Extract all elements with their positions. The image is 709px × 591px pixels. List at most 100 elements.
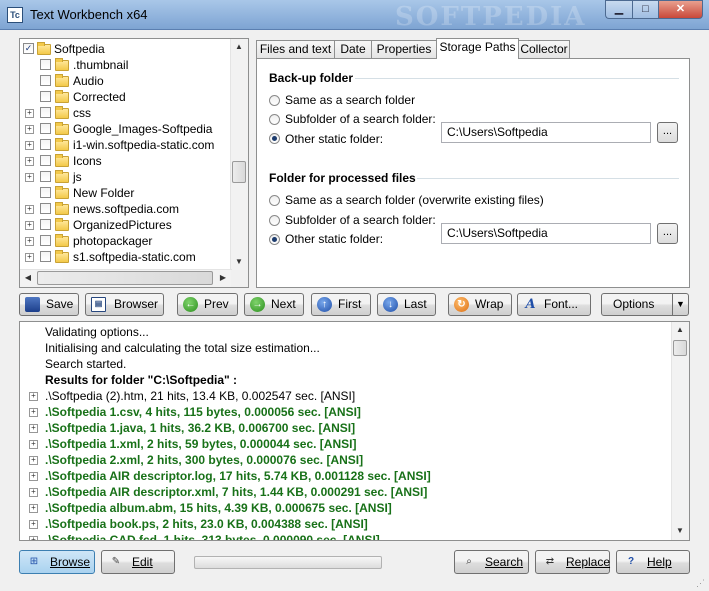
scroll-up-arrow-icon[interactable]: ▲ xyxy=(232,40,246,54)
expand-plus-icon[interactable]: + xyxy=(25,205,34,214)
tab-collector[interactable]: Collector xyxy=(518,40,570,58)
tree-item-checkbox[interactable] xyxy=(40,219,51,230)
tree-item[interactable]: + OrganizedPictures xyxy=(20,217,232,233)
result-row[interactable]: + .\Softpedia CAD.fcd, 1 hits, 313 bytes,… xyxy=(20,532,672,540)
tab-date[interactable]: Date xyxy=(334,40,372,58)
resize-grip-icon[interactable]: ⋰ xyxy=(696,578,706,588)
tree-item-checkbox[interactable] xyxy=(40,91,51,102)
tree-item[interactable]: + i1-win.softpedia-static.com xyxy=(20,137,232,153)
result-row[interactable]: + .\Softpedia 2.xml, 2 hits, 300 bytes, 0… xyxy=(20,452,672,468)
backup-path-input[interactable]: C:\Users\Softpedia xyxy=(441,122,651,143)
wrap-button[interactable]: ↻ Wrap xyxy=(448,293,512,316)
next-button[interactable]: → Next xyxy=(244,293,304,316)
tree-item[interactable]: Corrected xyxy=(20,89,232,105)
tree-horizontal-scrollbar[interactable]: ◀ ▶ xyxy=(20,269,232,287)
tree-item[interactable]: + js xyxy=(20,169,232,185)
tree-item[interactable]: + css xyxy=(20,105,232,121)
tree-item-checkbox[interactable] xyxy=(40,203,51,214)
tree-item-checkbox[interactable] xyxy=(40,107,51,118)
expand-plus-icon[interactable]: + xyxy=(29,408,38,417)
first-button[interactable]: ↑ First xyxy=(311,293,371,316)
folder-tree[interactable]: ✓ Softpedia .thumbnail Audio Corrected + css… xyxy=(19,38,249,288)
results-scroll-thumb[interactable] xyxy=(673,340,687,356)
tree-item[interactable]: + Icons xyxy=(20,153,232,169)
tree-item-checkbox[interactable] xyxy=(40,59,51,70)
tree-hscroll-thumb[interactable] xyxy=(37,271,213,285)
expand-plus-icon[interactable]: + xyxy=(25,173,34,182)
options-button[interactable]: Options xyxy=(601,293,673,316)
result-row[interactable]: + .\Softpedia 1.java, 1 hits, 36.2 KB, 0.… xyxy=(20,420,672,436)
options-dropdown-button[interactable]: ▼ xyxy=(672,293,689,316)
tree-root-checkbox[interactable]: ✓ xyxy=(23,43,34,54)
tree-item[interactable]: .thumbnail xyxy=(20,57,232,73)
expand-plus-icon[interactable]: + xyxy=(25,141,34,150)
minimize-button[interactable]: ▁ xyxy=(605,0,632,19)
tree-root[interactable]: ✓ Softpedia xyxy=(20,41,232,57)
expand-plus-icon[interactable]: + xyxy=(29,536,38,540)
expand-plus-icon[interactable]: + xyxy=(25,237,34,246)
browse-mode-button[interactable]: ⊞ Browse xyxy=(19,550,95,574)
tab-properties[interactable]: Properties xyxy=(371,40,437,58)
processed-same-radio[interactable] xyxy=(269,195,280,206)
result-row[interactable]: + .\Softpedia 1.csv, 4 hits, 115 bytes, 0… xyxy=(20,404,672,420)
tab-storage-paths[interactable]: Storage Paths xyxy=(436,38,519,59)
scroll-down-arrow-icon[interactable]: ▼ xyxy=(673,524,687,538)
help-button[interactable]: ? Help xyxy=(616,550,690,574)
expand-plus-icon[interactable]: + xyxy=(25,221,34,230)
result-row[interactable]: + .\Softpedia album.abm, 15 hits, 4.39 KB… xyxy=(20,500,672,516)
expand-plus-icon[interactable]: + xyxy=(29,392,38,401)
scroll-down-arrow-icon[interactable]: ▼ xyxy=(232,255,246,269)
scroll-right-arrow-icon[interactable]: ▶ xyxy=(216,271,230,285)
tree-item[interactable]: + news.softpedia.com xyxy=(20,201,232,217)
backup-same-radio[interactable] xyxy=(269,95,280,106)
result-row[interactable]: + .\Softpedia 1.xml, 2 hits, 59 bytes, 0.… xyxy=(20,436,672,452)
search-button[interactable]: ⌕ Search xyxy=(454,550,529,574)
result-row[interactable]: + .\Softpedia AIR descriptor.xml, 7 hits,… xyxy=(20,484,672,500)
scroll-left-arrow-icon[interactable]: ◀ xyxy=(21,271,35,285)
processed-path-input[interactable]: C:\Users\Softpedia xyxy=(441,223,651,244)
tree-item[interactable]: New Folder xyxy=(20,185,232,201)
results-vertical-scrollbar[interactable]: ▲ ▼ xyxy=(671,322,689,540)
expand-plus-icon[interactable]: + xyxy=(25,157,34,166)
expand-plus-icon[interactable]: + xyxy=(29,440,38,449)
close-button[interactable]: ✕ xyxy=(658,0,703,19)
results-log[interactable]: Validating options... Initialising and ca… xyxy=(19,321,690,541)
processed-browse-button[interactable]: ... xyxy=(657,223,678,244)
save-button[interactable]: Save xyxy=(19,293,79,316)
last-button[interactable]: ↓ Last xyxy=(377,293,436,316)
result-row[interactable]: + .\Softpedia AIR descriptor.log, 17 hits… xyxy=(20,468,672,484)
result-row[interactable]: + .\Softpedia book.ps, 2 hits, 23.0 KB, 0… xyxy=(20,516,672,532)
tree-item-checkbox[interactable] xyxy=(40,123,51,134)
expand-plus-icon[interactable]: + xyxy=(29,472,38,481)
expand-plus-icon[interactable]: + xyxy=(25,253,34,262)
expand-plus-icon[interactable]: + xyxy=(29,504,38,513)
tree-item-checkbox[interactable] xyxy=(40,171,51,182)
backup-static-radio[interactable] xyxy=(269,133,280,144)
expand-plus-icon[interactable]: + xyxy=(29,488,38,497)
tree-item-checkbox[interactable] xyxy=(40,75,51,86)
edit-mode-button[interactable]: ✎ Edit xyxy=(101,550,175,574)
expand-plus-icon[interactable]: + xyxy=(25,125,34,134)
tree-item[interactable]: + s1.softpedia-static.com xyxy=(20,249,232,265)
tree-item-checkbox[interactable] xyxy=(40,251,51,262)
expand-plus-icon[interactable]: + xyxy=(29,520,38,529)
results-folder-header[interactable]: Results for folder "C:\Softpedia" : xyxy=(20,372,672,388)
tree-item[interactable]: + photopackager xyxy=(20,233,232,249)
tree-item-checkbox[interactable] xyxy=(40,139,51,150)
tree-item-checkbox[interactable] xyxy=(40,187,51,198)
processed-subfolder-radio[interactable] xyxy=(269,215,280,226)
app-icon[interactable]: Tc xyxy=(7,7,23,23)
scroll-up-arrow-icon[interactable]: ▲ xyxy=(673,323,687,337)
tab-files-and-text[interactable]: Files and text xyxy=(256,40,335,58)
maximize-button[interactable]: □ xyxy=(632,0,658,19)
backup-browse-button[interactable]: ... xyxy=(657,122,678,143)
processed-static-radio[interactable] xyxy=(269,234,280,245)
prev-button[interactable]: ← Prev xyxy=(177,293,238,316)
result-row[interactable]: + .\Softpedia (2).htm, 21 hits, 13.4 KB, … xyxy=(20,388,672,404)
expand-plus-icon[interactable]: + xyxy=(29,456,38,465)
tree-item-checkbox[interactable] xyxy=(40,235,51,246)
tree-item[interactable]: + Google_Images-Softpedia xyxy=(20,121,232,137)
font-button[interactable]: A Font... xyxy=(517,293,591,316)
tree-item[interactable]: Audio xyxy=(20,73,232,89)
expand-plus-icon[interactable]: + xyxy=(29,424,38,433)
